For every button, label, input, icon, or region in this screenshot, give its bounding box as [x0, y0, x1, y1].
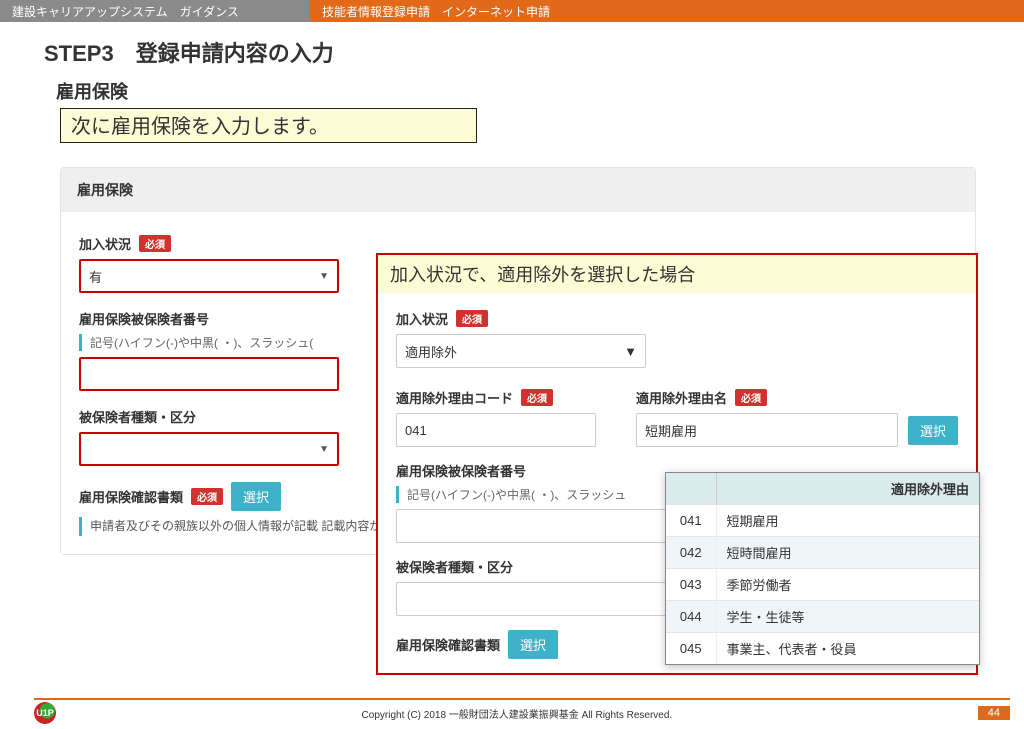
- footer-bar: U1P Copyright (C) 2018 一般財団法人建設業振興基金 All…: [34, 698, 1010, 724]
- ov-reason-name-label: 適用除外理由名 必須: [636, 388, 958, 407]
- breadcrumb-left: 建設キャリアアップシステム ガイダンス: [0, 0, 310, 22]
- chevron-down-icon: ▼: [319, 444, 329, 455]
- ov-reason-name-select-button[interactable]: 選択: [908, 416, 958, 445]
- breadcrumb: 建設キャリアアップシステム ガイダンス 技能者情報登録申請 インターネット申請: [0, 0, 1024, 22]
- section-title: 雇用保険: [56, 78, 1024, 104]
- reason-table-code-header: [666, 473, 716, 505]
- chevron-down-icon: ▼: [624, 344, 637, 359]
- required-badge: 必須: [191, 488, 223, 505]
- required-badge: 必須: [735, 389, 767, 406]
- ov-reason-name-input[interactable]: 短期雇用: [636, 413, 898, 447]
- join-status-label: 加入状況 必須: [79, 234, 957, 253]
- chevron-down-icon: ▼: [319, 271, 329, 282]
- ov-join-status-label: 加入状況 必須: [396, 309, 958, 328]
- panel-heading: 雇用保険: [61, 168, 975, 212]
- join-status-select[interactable]: 有 ▼: [79, 259, 339, 293]
- reason-table-row[interactable]: 042 短時間雇用: [666, 537, 979, 569]
- reason-table-header: 適用除外理由: [716, 473, 979, 505]
- ov-reason-code-input[interactable]: 041: [396, 413, 596, 447]
- overlay-title: 加入状況で、適用除外を選択した場合: [378, 255, 976, 293]
- reason-table-row[interactable]: 045 事業主、代表者・役員: [666, 633, 979, 665]
- instruction-callout: 次に雇用保険を入力します。: [60, 108, 477, 143]
- ov-confirm-doc-select-button[interactable]: 選択: [508, 630, 558, 659]
- logo-icon: U1P: [34, 702, 56, 724]
- required-badge: 必須: [521, 389, 553, 406]
- insured-number-input[interactable]: [79, 357, 339, 391]
- reason-table-popup: 適用除外理由 041 短期雇用 042 短時間雇用 043 季節労働者 044 …: [665, 472, 980, 665]
- ov-join-status-select[interactable]: 適用除外 ▼: [396, 334, 646, 368]
- join-status-value: 有: [89, 267, 102, 286]
- reason-table-row[interactable]: 043 季節労働者: [666, 569, 979, 601]
- page-title: STEP3 登録申請内容の入力: [44, 36, 1024, 68]
- reason-table-row[interactable]: 041 短期雇用: [666, 505, 979, 537]
- page-number: 44: [978, 706, 1010, 720]
- ov-reason-code-label: 適用除外理由コード 必須: [396, 388, 596, 407]
- required-badge: 必須: [456, 310, 488, 327]
- breadcrumb-right: 技能者情報登録申請 インターネット申請: [310, 0, 1024, 22]
- reason-table-row[interactable]: 044 学生・生徒等: [666, 601, 979, 633]
- confirm-doc-select-button[interactable]: 選択: [231, 482, 281, 511]
- insured-type-select[interactable]: ▼: [79, 432, 339, 466]
- required-badge: 必須: [139, 235, 171, 252]
- copyright-text: Copyright (C) 2018 一般財団法人建設業振興基金 All Rig…: [362, 706, 673, 721]
